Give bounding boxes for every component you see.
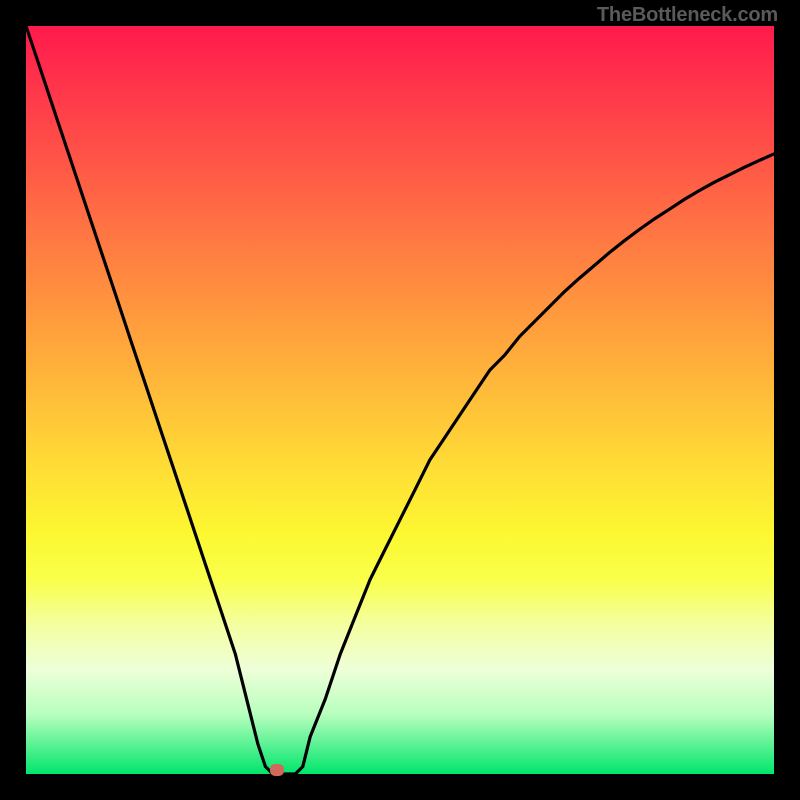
plot-area xyxy=(26,26,774,774)
watermark-text: TheBottleneck.com xyxy=(597,4,778,27)
chart-frame: TheBottleneck.com xyxy=(0,0,800,800)
optimum-marker xyxy=(270,764,284,776)
bottleneck-curve xyxy=(26,26,774,774)
